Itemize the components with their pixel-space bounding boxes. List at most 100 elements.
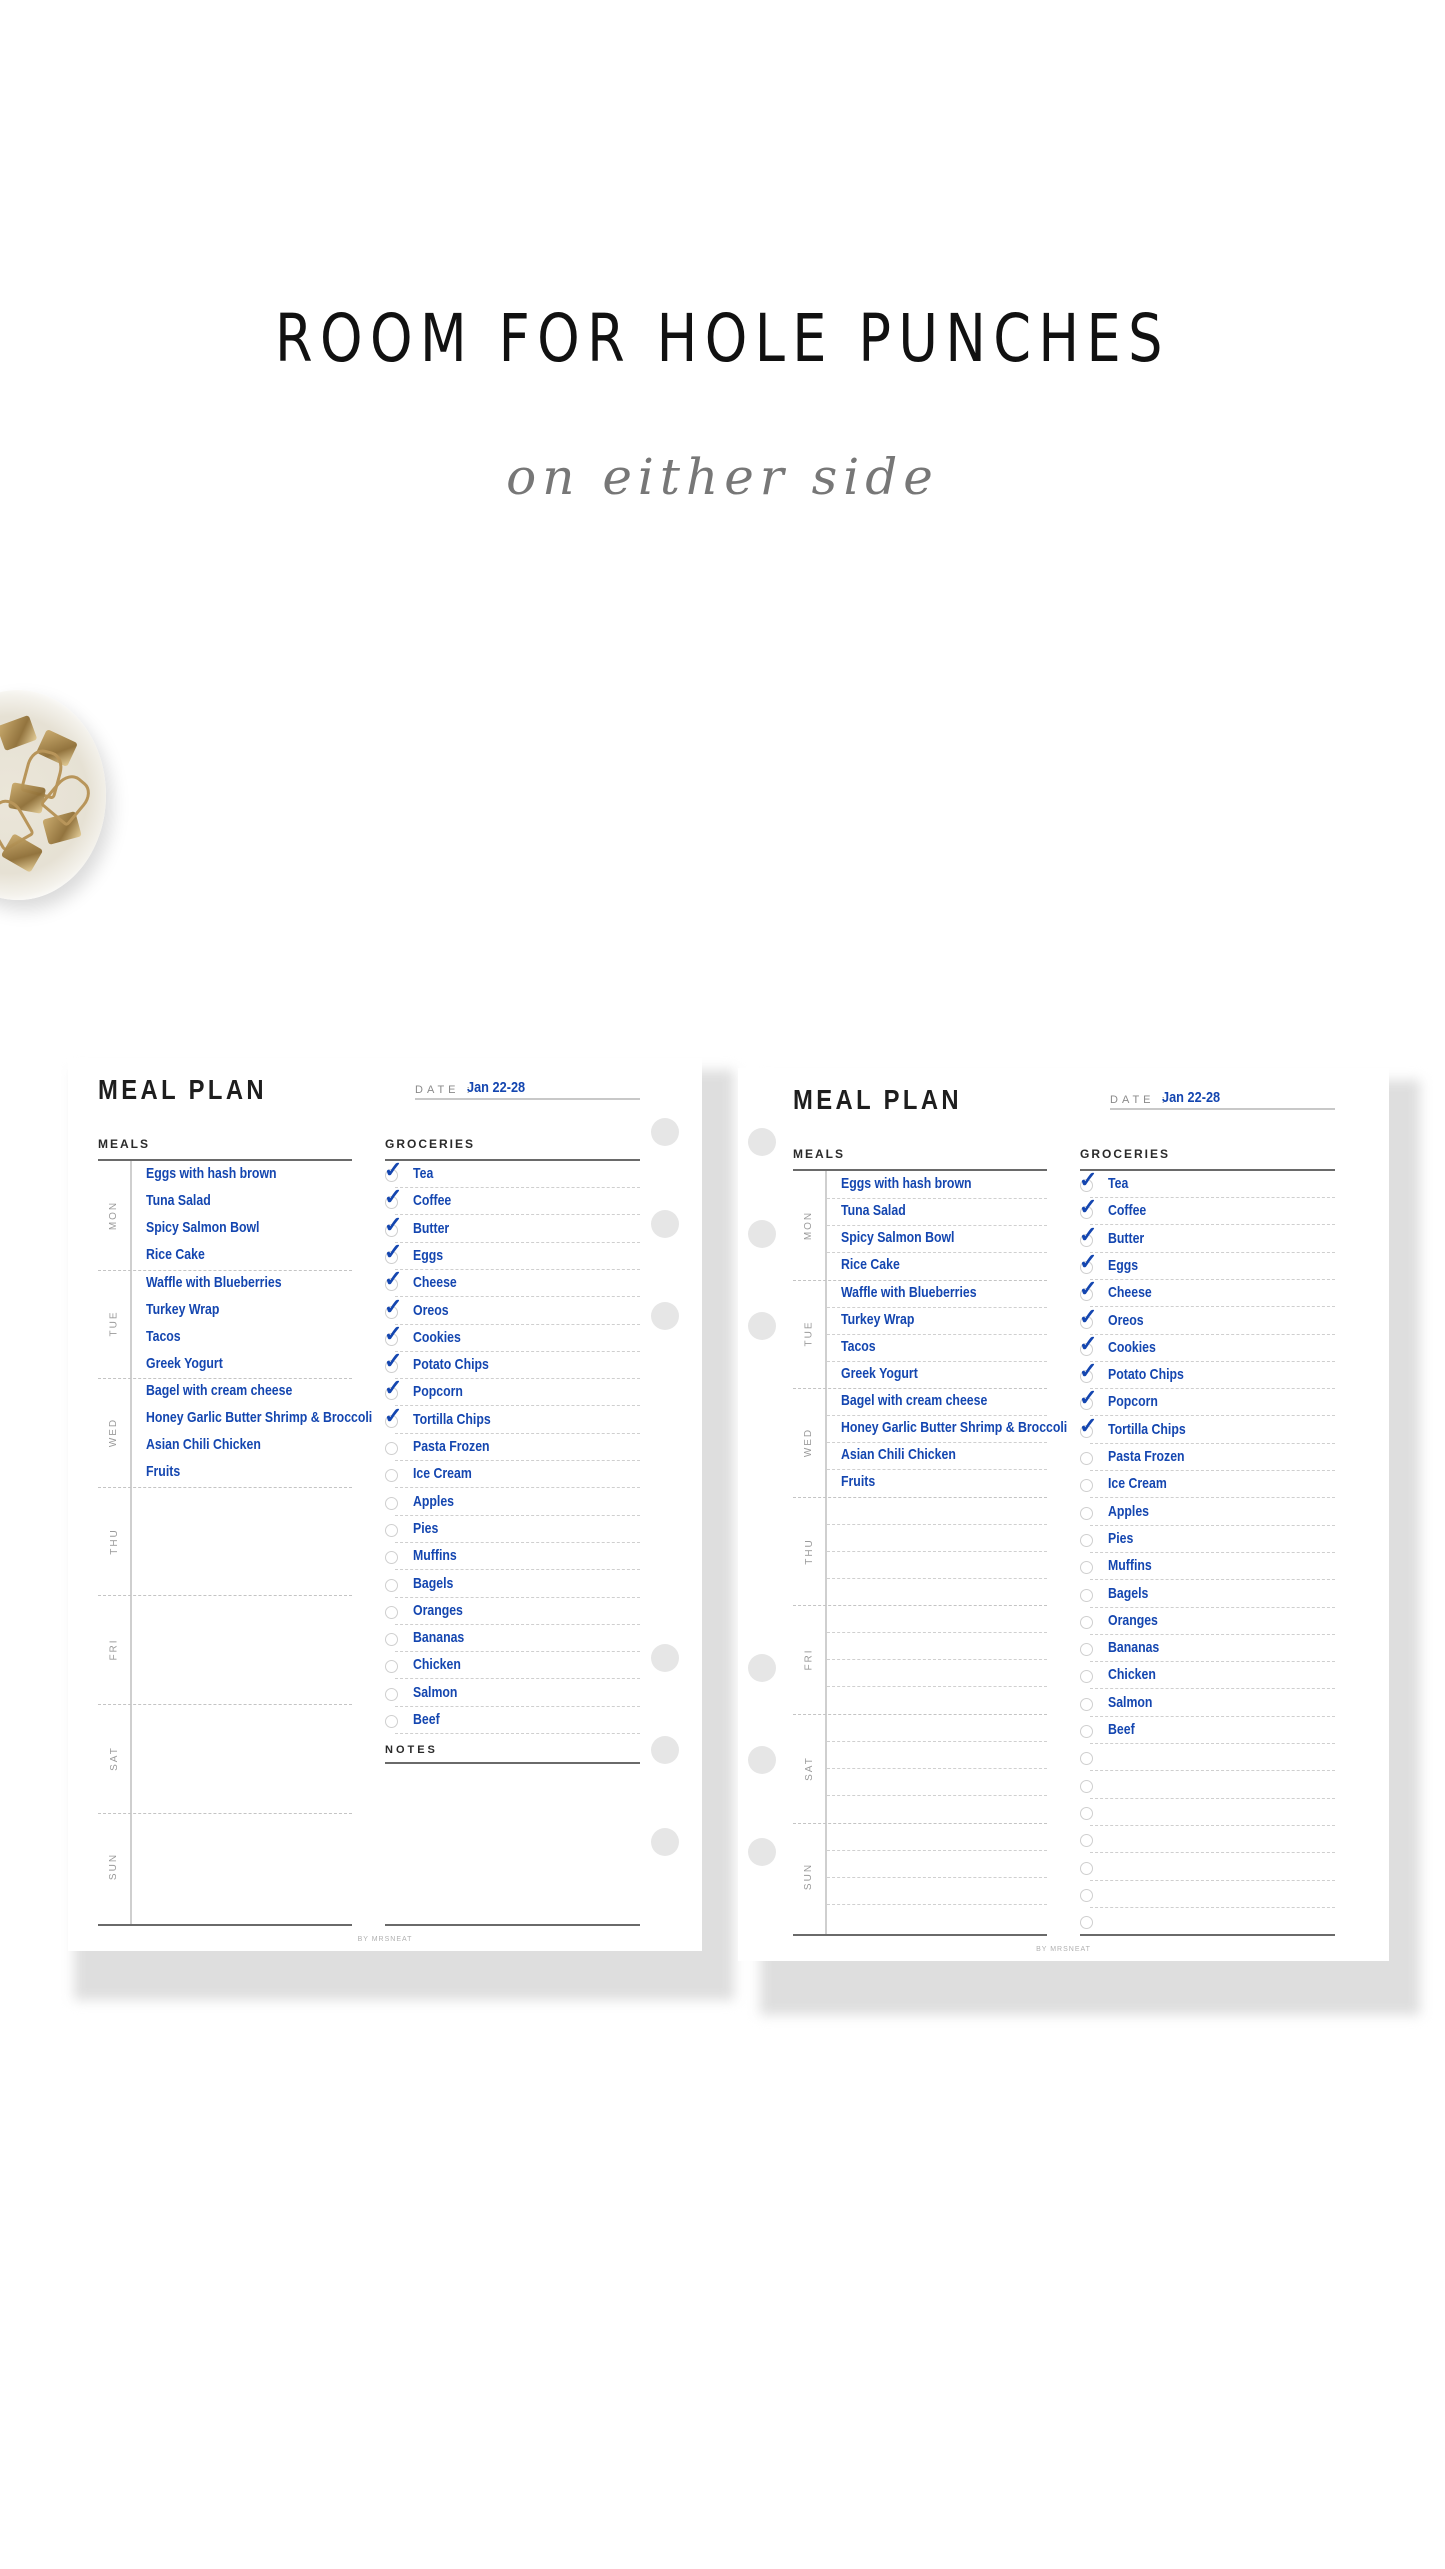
grocery-checkbox[interactable]	[1080, 1643, 1093, 1657]
grocery-item[interactable]: Chicken	[1080, 1662, 1335, 1690]
meal-row[interactable]	[132, 1704, 352, 1731]
meal-row[interactable]	[827, 1768, 1047, 1796]
meal-row[interactable]	[132, 1568, 352, 1595]
meal-row[interactable]: Turkey Wrap	[827, 1307, 1047, 1335]
grocery-checkbox[interactable]	[385, 1578, 398, 1592]
meal-row[interactable]: Fruits	[132, 1459, 352, 1486]
meal-row[interactable]	[132, 1514, 352, 1541]
meal-row[interactable]: Turkey Wrap	[132, 1297, 352, 1324]
grocery-item[interactable]: Ice Cream	[1080, 1471, 1335, 1499]
meal-row[interactable]	[132, 1867, 352, 1894]
grocery-item[interactable]: Beef	[1080, 1717, 1335, 1744]
grocery-item[interactable]: ✓ Cookies	[1079, 1332, 1335, 1362]
grocery-checkbox[interactable]	[385, 1469, 398, 1483]
grocery-item[interactable]	[1080, 1744, 1335, 1772]
meal-row[interactable]	[827, 1714, 1047, 1742]
meal-row[interactable]: Asian Chili Chicken	[827, 1442, 1047, 1471]
grocery-item[interactable]: ✓ Cookies	[384, 1322, 640, 1352]
grocery-checkbox[interactable]	[1080, 1452, 1093, 1465]
grocery-item[interactable]	[1080, 1826, 1335, 1854]
grocery-item[interactable]: ✓ Eggs	[384, 1240, 640, 1270]
grocery-item[interactable]: Bananas	[385, 1625, 640, 1653]
grocery-checkbox[interactable]	[1080, 1806, 1093, 1820]
grocery-item[interactable]: Pasta Frozen	[385, 1434, 640, 1461]
grocery-checkbox[interactable]	[385, 1551, 398, 1565]
grocery-item[interactable]: Beef	[385, 1707, 640, 1734]
grocery-checkbox[interactable]	[385, 1715, 398, 1728]
meal-row[interactable]: Eggs with hash brown	[827, 1171, 1047, 1199]
meal-row[interactable]	[827, 1659, 1047, 1688]
grocery-item[interactable]: ✓ Tea	[1079, 1169, 1335, 1198]
meal-row[interactable]: Rice Cake	[827, 1252, 1047, 1279]
meal-row[interactable]: Greek Yogurt	[132, 1351, 352, 1378]
grocery-item[interactable]: Muffins	[1080, 1553, 1335, 1581]
grocery-item[interactable]: Apples	[385, 1489, 640, 1516]
grocery-item[interactable]: ✓ Potato Chips	[384, 1350, 640, 1380]
grocery-item[interactable]: Muffins	[385, 1543, 640, 1571]
grocery-item[interactable]: Pies	[1080, 1526, 1335, 1553]
grocery-item[interactable]: ✓ Coffee	[1079, 1196, 1335, 1226]
meal-row[interactable]: Fruits	[827, 1469, 1047, 1496]
meal-row[interactable]	[827, 1850, 1047, 1878]
meal-row[interactable]: Bagel with cream cheese	[132, 1378, 352, 1405]
meal-row[interactable]	[827, 1524, 1047, 1552]
grocery-checkbox[interactable]	[1080, 1834, 1093, 1848]
meal-row[interactable]	[827, 1877, 1047, 1905]
grocery-item[interactable]: ✓ Tortilla Chips	[1079, 1414, 1335, 1444]
grocery-checkbox[interactable]	[1080, 1615, 1093, 1629]
grocery-item[interactable]: Pies	[385, 1516, 640, 1543]
grocery-item[interactable]: Apples	[1080, 1499, 1335, 1526]
meal-row[interactable]	[132, 1595, 352, 1622]
meal-row[interactable]	[132, 1813, 352, 1840]
grocery-checkbox[interactable]	[385, 1442, 398, 1455]
meal-row[interactable]: Spicy Salmon Bowl	[132, 1215, 352, 1242]
grocery-checkbox[interactable]	[385, 1687, 398, 1701]
grocery-item[interactable]: Oranges	[1080, 1608, 1335, 1635]
grocery-item[interactable]	[1080, 1799, 1335, 1826]
meal-row[interactable]	[132, 1487, 352, 1514]
meal-row[interactable]	[827, 1741, 1047, 1769]
grocery-item[interactable]: ✓ Potato Chips	[1079, 1360, 1335, 1390]
grocery-item[interactable]: ✓ Butter	[1079, 1223, 1335, 1253]
grocery-item[interactable]: Bagels	[385, 1571, 640, 1598]
grocery-item[interactable]: ✓ Popcorn	[384, 1377, 640, 1407]
grocery-item[interactable]: ✓ Cheese	[384, 1268, 640, 1298]
meal-row[interactable]: Tacos	[132, 1324, 352, 1351]
grocery-item[interactable]: ✓ Tea	[384, 1159, 640, 1188]
grocery-item[interactable]: Chicken	[385, 1652, 640, 1680]
grocery-item[interactable]: ✓ Tortilla Chips	[384, 1404, 640, 1434]
meal-row[interactable]: Waffle with Blueberries	[132, 1270, 352, 1297]
meal-row[interactable]	[827, 1497, 1047, 1525]
meal-row[interactable]	[827, 1823, 1047, 1851]
meal-row[interactable]	[132, 1731, 352, 1758]
grocery-item[interactable]: Bananas	[1080, 1635, 1335, 1663]
meal-row[interactable]	[827, 1605, 1047, 1634]
grocery-checkbox[interactable]	[1080, 1697, 1093, 1711]
grocery-checkbox[interactable]	[1080, 1916, 1093, 1930]
grocery-item[interactable]: ✓ Popcorn	[1079, 1387, 1335, 1417]
date-field[interactable]: DATE : Jan 22-28	[1110, 1082, 1335, 1110]
grocery-item[interactable]	[1080, 1772, 1335, 1799]
grocery-item[interactable]: Pasta Frozen	[1080, 1444, 1335, 1471]
meal-row[interactable]: Honey Garlic Butter Shrimp & Broccoli	[132, 1405, 372, 1432]
grocery-item[interactable]: Salmon	[1080, 1690, 1335, 1717]
meal-row[interactable]	[827, 1904, 1047, 1931]
meal-row[interactable]	[132, 1894, 352, 1921]
grocery-checkbox[interactable]	[1080, 1506, 1093, 1520]
meal-row[interactable]: Eggs with hash brown	[132, 1161, 352, 1188]
meal-row[interactable]	[827, 1795, 1047, 1822]
meal-row[interactable]	[132, 1622, 352, 1649]
meal-row[interactable]	[132, 1758, 352, 1785]
grocery-checkbox[interactable]	[1080, 1725, 1093, 1738]
grocery-checkbox[interactable]	[385, 1523, 398, 1537]
grocery-checkbox[interactable]	[1080, 1779, 1093, 1793]
meal-row[interactable]: Tuna Salad	[132, 1188, 352, 1215]
grocery-checkbox[interactable]	[385, 1496, 398, 1510]
meal-row[interactable]: Spicy Salmon Bowl	[827, 1225, 1047, 1253]
meal-row[interactable]	[827, 1551, 1047, 1579]
grocery-item[interactable]	[1080, 1881, 1335, 1908]
meal-row[interactable]: Greek Yogurt	[827, 1361, 1047, 1388]
grocery-item[interactable]: Salmon	[385, 1680, 640, 1707]
meal-row[interactable]: Asian Chili Chicken	[132, 1432, 352, 1459]
meal-row[interactable]	[132, 1840, 352, 1867]
